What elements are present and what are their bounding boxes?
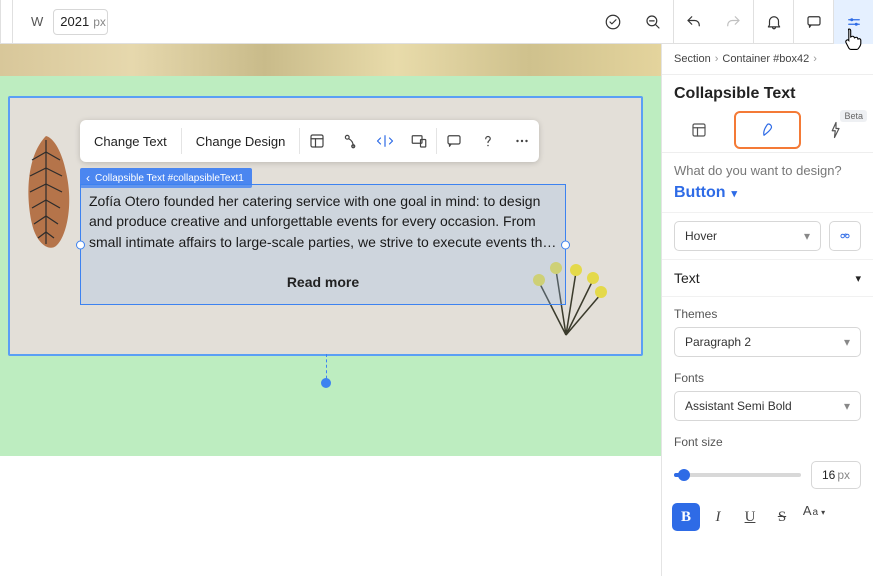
state-select[interactable]: Hover ▾: [674, 221, 821, 251]
section-resize-handle-bottom[interactable]: [321, 378, 331, 388]
chevron-down-icon: ▾: [844, 399, 850, 413]
chevron-down-icon: ▾: [804, 229, 810, 243]
text-accordion-header[interactable]: Text ▾: [662, 260, 873, 297]
undo-button[interactable]: [673, 0, 713, 44]
design-question-label: What do you want to design?: [674, 163, 861, 178]
inspector-toggle-button[interactable]: [833, 0, 873, 44]
change-design-button[interactable]: Change Design: [182, 120, 300, 162]
panel-title: Collapsible Text: [662, 75, 873, 107]
leaf-illustration: [18, 132, 78, 252]
layout-icon[interactable]: [300, 120, 334, 162]
change-text-button[interactable]: Change Text: [80, 120, 181, 162]
strikethrough-button[interactable]: S: [768, 503, 796, 531]
italic-button[interactable]: I: [704, 503, 732, 531]
theme-value: Paragraph 2: [685, 335, 751, 349]
slider-thumb[interactable]: [678, 469, 690, 481]
fontsize-slider[interactable]: [674, 473, 801, 477]
redo-button[interactable]: [713, 0, 753, 44]
selection-tag-label: Collapsible Text #collapsibleText1: [95, 173, 244, 184]
comment-icon[interactable]: [437, 120, 471, 162]
resize-handle-right[interactable]: [561, 240, 570, 249]
design-target-label: Button: [674, 184, 726, 202]
toggle-preview-button[interactable]: [593, 0, 633, 44]
fonts-label: Fonts: [674, 371, 861, 385]
bold-button[interactable]: B: [672, 503, 700, 531]
inspector-panel: Section › Container #box42 › Collapsible…: [661, 44, 873, 576]
width-label: W: [31, 14, 43, 29]
collapsible-text-element[interactable]: Zofía Otero founded her catering service…: [80, 184, 566, 305]
text-accordion-label: Text: [674, 270, 700, 286]
width-value: 2021: [60, 14, 89, 29]
element-floating-toolbar: Change Text Change Design: [80, 120, 539, 162]
themes-label: Themes: [674, 307, 861, 321]
section-selection[interactable]: Change Text Change Design: [8, 96, 643, 356]
breadcrumb-container[interactable]: Container #box42: [722, 53, 809, 65]
underline-button[interactable]: U: [736, 503, 764, 531]
design-target-dropdown[interactable]: Button ▾: [674, 184, 861, 202]
canvas-area[interactable]: Change Text Change Design: [0, 44, 661, 576]
fontsize-input[interactable]: 16 px: [811, 461, 861, 489]
fontsize-unit: px: [837, 468, 850, 482]
canvas-width-input[interactable]: 2021 px: [53, 9, 108, 35]
zoom-out-button[interactable]: [633, 0, 673, 44]
font-value: Assistant Semi Bold: [685, 399, 792, 413]
breadcrumb-section[interactable]: Section: [674, 53, 711, 65]
beta-badge: Beta: [840, 110, 867, 122]
body-text: Zofía Otero founded her catering service…: [89, 193, 556, 250]
layout-tab[interactable]: [668, 111, 730, 149]
text-format-row: B I U S Aa▾: [662, 499, 873, 539]
read-more-button[interactable]: Read more: [89, 272, 557, 292]
inspector-mode-tabs: Beta: [662, 107, 873, 153]
canvas-header-image: [0, 44, 661, 76]
animation-icon[interactable]: [334, 120, 368, 162]
more-icon[interactable]: [505, 120, 539, 162]
chevron-down-icon: ▾: [732, 187, 738, 200]
breadcrumb: Section › Container #box42 ›: [662, 44, 873, 75]
reset-state-button[interactable]: [829, 221, 861, 251]
chevron-down-icon: ▾: [844, 335, 850, 349]
top-toolbar: W 2021 px: [0, 0, 873, 44]
design-tab[interactable]: [734, 111, 800, 149]
fontsize-value: 16: [822, 468, 835, 482]
comments-button[interactable]: [793, 0, 833, 44]
fontsize-label: Font size: [674, 435, 861, 449]
theme-select[interactable]: Paragraph 2 ▾: [674, 327, 861, 357]
stretch-icon[interactable]: [368, 120, 402, 162]
chevron-right-icon: ›: [813, 53, 817, 65]
resize-handle-left[interactable]: [76, 240, 85, 249]
caret-down-icon: ▾: [855, 272, 861, 285]
chevron-right-icon: ›: [715, 53, 719, 65]
help-icon[interactable]: [471, 120, 505, 162]
width-unit: px: [93, 15, 106, 29]
notifications-button[interactable]: [753, 0, 793, 44]
font-select[interactable]: Assistant Semi Bold ▾: [674, 391, 861, 421]
text-case-button[interactable]: Aa▾: [800, 503, 828, 531]
responsive-icon[interactable]: [402, 120, 436, 162]
state-value: Hover: [685, 229, 717, 243]
